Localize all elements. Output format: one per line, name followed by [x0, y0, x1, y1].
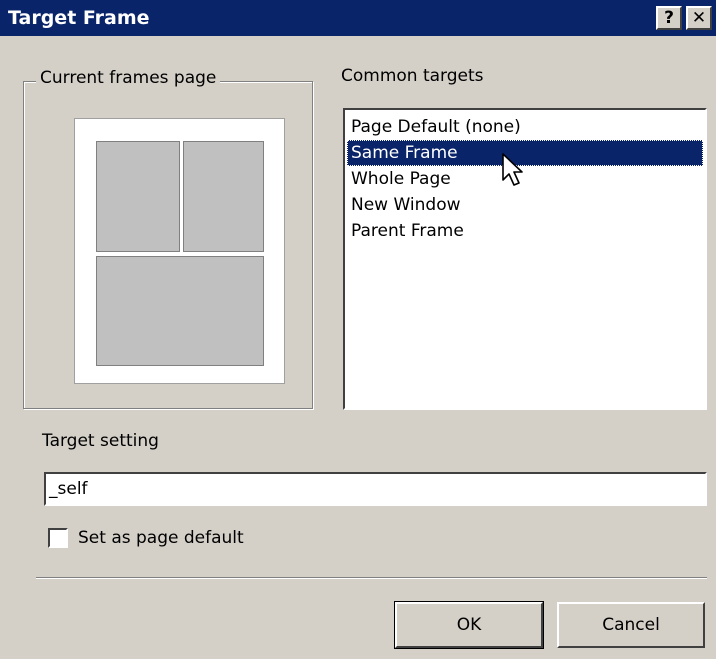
help-icon[interactable]: ? — [656, 6, 682, 30]
page-default-label: Set as page default — [78, 528, 244, 548]
list-item-parent-frame[interactable]: Parent Frame — [347, 218, 703, 244]
ok-button[interactable]: OK — [395, 602, 543, 648]
target-setting-input[interactable]: _self — [44, 472, 707, 506]
title-bar: Target Frame ? ✕ — [0, 0, 716, 36]
close-icon[interactable]: ✕ — [686, 6, 712, 30]
frame-bottom[interactable] — [96, 256, 264, 366]
frame-top-right[interactable] — [183, 141, 264, 252]
frame-top-left[interactable] — [96, 141, 180, 252]
page-default-row[interactable]: Set as page default — [48, 528, 244, 548]
frames-group-legend: Current frames page — [36, 68, 221, 88]
separator — [36, 577, 707, 579]
list-item-page-default[interactable]: Page Default (none) — [347, 114, 703, 140]
list-item-new-window[interactable]: New Window — [347, 192, 703, 218]
cancel-button[interactable]: Cancel — [557, 602, 705, 648]
common-targets-label: Common targets — [341, 66, 484, 86]
window-title: Target Frame — [8, 7, 150, 29]
page-default-checkbox[interactable] — [48, 528, 68, 548]
target-setting-label: Target setting — [42, 431, 159, 451]
mouse-pointer-icon — [502, 153, 523, 186]
frames-page-preview — [74, 118, 285, 384]
